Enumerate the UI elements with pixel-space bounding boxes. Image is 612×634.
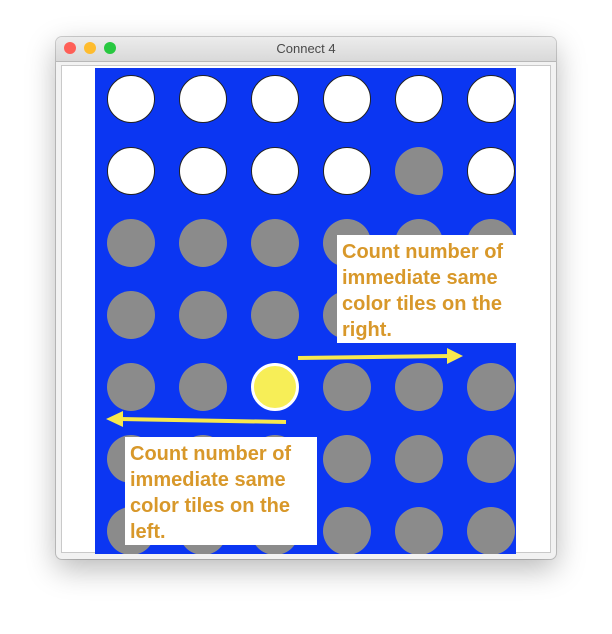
board-slot[interactable] <box>251 75 299 123</box>
game-window: Connect 4 Count number of immediate same… <box>56 37 556 559</box>
board-slot[interactable] <box>395 507 443 554</box>
board-slot[interactable] <box>323 147 371 195</box>
left-count-note: Count number of immediate same color til… <box>125 437 317 545</box>
board-slot[interactable] <box>107 291 155 339</box>
board-slot[interactable] <box>395 147 443 195</box>
board-slot[interactable] <box>107 219 155 267</box>
board-slot[interactable] <box>467 363 515 411</box>
board-slot[interactable] <box>179 363 227 411</box>
board-slot[interactable] <box>323 435 371 483</box>
board-slot[interactable] <box>251 147 299 195</box>
board-slot[interactable] <box>251 219 299 267</box>
board-slot[interactable] <box>179 219 227 267</box>
board-slot[interactable] <box>107 363 155 411</box>
board-slot[interactable] <box>467 147 515 195</box>
board-slot[interactable] <box>179 291 227 339</box>
board-slot[interactable] <box>251 363 299 411</box>
board-slot[interactable] <box>107 147 155 195</box>
board-slot[interactable] <box>323 507 371 554</box>
board-slot[interactable] <box>467 435 515 483</box>
titlebar: Connect 4 <box>56 37 556 62</box>
board-slot[interactable] <box>467 75 515 123</box>
board-slot[interactable] <box>179 147 227 195</box>
board-slot[interactable] <box>395 435 443 483</box>
board-slot[interactable] <box>323 75 371 123</box>
board-slot[interactable] <box>323 363 371 411</box>
right-count-note: Count number of immediate same color til… <box>337 235 527 343</box>
board-slot[interactable] <box>107 75 155 123</box>
window-content: Count number of immediate same color til… <box>61 65 551 554</box>
board-slot[interactable] <box>395 75 443 123</box>
board-slot[interactable] <box>179 75 227 123</box>
board-slot[interactable] <box>395 363 443 411</box>
board-slot[interactable] <box>467 507 515 554</box>
board-slot[interactable] <box>251 291 299 339</box>
window-title: Connect 4 <box>276 41 336 56</box>
